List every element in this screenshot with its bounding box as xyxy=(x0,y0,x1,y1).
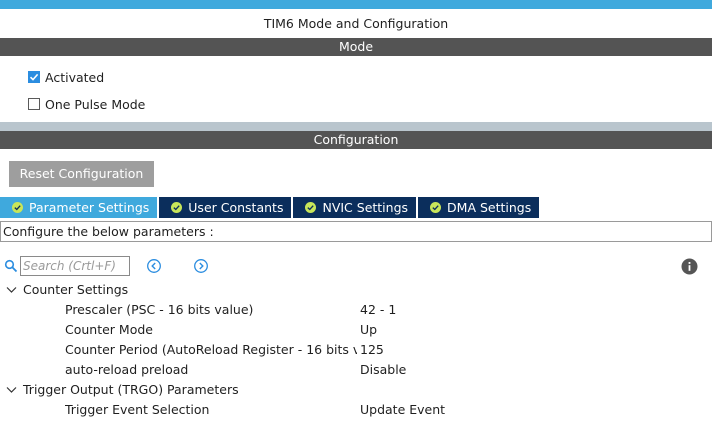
param-name: Counter Period (AutoReload Register - 16… xyxy=(65,342,357,357)
one-pulse-mode-option[interactable]: One Pulse Mode xyxy=(28,96,145,112)
configure-instruction: Configure the below parameters : xyxy=(0,221,712,242)
group-label: Counter Settings xyxy=(23,282,129,297)
top-accent-bar xyxy=(0,0,712,9)
check-circle-icon xyxy=(305,202,317,213)
tab-user-constants[interactable]: User Constants xyxy=(159,197,292,218)
param-value[interactable]: 125 xyxy=(360,340,384,360)
tab-parameter-settings[interactable]: Parameter Settings xyxy=(0,197,158,218)
window-title: TIM6 Mode and Configuration xyxy=(263,16,449,31)
next-result-icon[interactable] xyxy=(193,258,209,274)
parameter-tree: Counter Settings Prescaler (PSC - 16 bit… xyxy=(0,280,712,420)
search-icon xyxy=(4,259,18,273)
param-value[interactable]: Up xyxy=(360,320,377,340)
param-name: Prescaler (PSC - 16 bits value) xyxy=(65,302,254,317)
group-counter-settings[interactable]: Counter Settings xyxy=(0,280,712,300)
param-row[interactable]: Trigger Event Selection Update Event xyxy=(0,400,712,420)
param-value[interactable]: Disable xyxy=(360,360,406,380)
activated-label: Activated xyxy=(45,69,105,85)
param-name: auto-reload preload xyxy=(65,362,189,377)
group-trigger-output[interactable]: Trigger Output (TRGO) Parameters xyxy=(0,380,712,400)
tab-nvic-settings[interactable]: NVIC Settings xyxy=(293,197,417,218)
activated-option[interactable]: Activated xyxy=(28,69,104,85)
check-circle-icon xyxy=(171,202,183,213)
group-label: Trigger Output (TRGO) Parameters xyxy=(23,382,239,397)
mode-section-header: Mode xyxy=(0,38,712,56)
configuration-section-header: Configuration xyxy=(0,131,712,149)
chevron-down-icon[interactable] xyxy=(6,285,17,295)
tab-label: DMA Settings xyxy=(447,200,532,215)
param-row[interactable]: auto-reload preload Disable xyxy=(0,360,712,380)
configuration-tabs: Parameter Settings User Constants NVIC S… xyxy=(0,197,541,218)
param-row[interactable]: Counter Period (AutoReload Register - 16… xyxy=(0,340,712,360)
tab-label: Parameter Settings xyxy=(29,200,150,215)
check-circle-icon xyxy=(12,202,23,213)
search-bar xyxy=(4,256,130,276)
checkmark-icon xyxy=(29,73,39,81)
check-circle-icon xyxy=(430,202,442,213)
param-value[interactable]: 42 - 1 xyxy=(360,300,396,320)
search-input[interactable] xyxy=(20,256,130,276)
tab-dma-settings[interactable]: DMA Settings xyxy=(418,197,540,218)
param-name: Trigger Event Selection xyxy=(65,402,210,417)
section-separator xyxy=(0,122,712,131)
param-row[interactable]: Prescaler (PSC - 16 bits value) 42 - 1 xyxy=(0,300,712,320)
param-name: Counter Mode xyxy=(65,322,153,337)
reset-configuration-button[interactable]: Reset Configuration xyxy=(9,161,154,187)
info-icon[interactable] xyxy=(681,258,698,275)
activated-checkbox[interactable] xyxy=(28,71,40,83)
chevron-down-icon[interactable] xyxy=(6,385,17,395)
param-value[interactable]: Update Event xyxy=(360,400,445,420)
param-row[interactable]: Counter Mode Up xyxy=(0,320,712,340)
one-pulse-mode-label: One Pulse Mode xyxy=(45,96,146,112)
tab-label: NVIC Settings xyxy=(322,200,409,215)
tab-label: User Constants xyxy=(188,200,284,215)
previous-result-icon[interactable] xyxy=(146,258,162,274)
one-pulse-mode-checkbox[interactable] xyxy=(28,98,40,110)
